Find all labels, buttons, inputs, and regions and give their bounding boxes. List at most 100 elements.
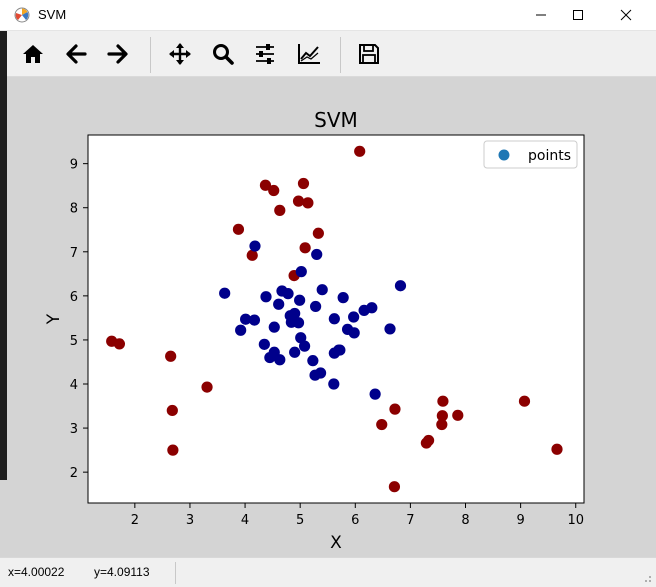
data-point-outer <box>297 177 310 190</box>
zoom-button[interactable] <box>206 37 240 71</box>
data-point-outer <box>436 418 448 431</box>
data-point-outer <box>389 403 401 415</box>
home-icon <box>23 45 43 63</box>
data-point-outer <box>388 481 401 493</box>
figure-canvas[interactable]: SVM 2 3 4 5 6 7 8 9 10 2 3 4 5 6 7 8 9 X Y points <box>7 77 656 557</box>
arrow-right-icon <box>107 44 128 64</box>
data-point-inner <box>249 240 261 252</box>
toolbar-separator <box>340 37 341 73</box>
home-button[interactable] <box>16 37 50 71</box>
data-point-inner <box>260 291 272 303</box>
navigation-toolbar <box>7 31 656 77</box>
legend-marker <box>498 149 510 161</box>
legend-label: points <box>528 148 571 164</box>
title-bar[interactable]: SVM <box>0 0 656 31</box>
data-point-outer <box>376 418 388 431</box>
pan-button[interactable] <box>163 37 197 71</box>
status-bar: x=4.00022 y=4.09113 <box>0 557 656 587</box>
y-axis: 2 3 4 5 6 7 8 9 <box>70 158 88 481</box>
sliders-icon <box>256 44 274 64</box>
data-point-outer <box>274 204 286 216</box>
minimize-icon <box>536 14 546 16</box>
edit-axes-button[interactable] <box>292 37 326 71</box>
data-point-inner <box>310 300 322 313</box>
data-point-outer <box>232 223 245 235</box>
data-point-inner <box>307 355 319 367</box>
x-tick-label: 10 <box>567 513 584 528</box>
data-point-inner <box>337 292 349 304</box>
data-point-inner <box>348 327 360 339</box>
x-tick-label: 2 <box>131 513 139 528</box>
data-point-outer <box>268 184 280 197</box>
legend: points <box>483 140 578 169</box>
data-point-inner <box>282 288 294 300</box>
y-tick-label: 3 <box>70 422 78 437</box>
data-point-outer <box>166 404 178 417</box>
cursor-y-readout: y=4.09113 <box>94 565 150 579</box>
matplotlib-icon <box>14 7 30 23</box>
data-point-inner <box>294 294 306 306</box>
data-point-outer <box>354 145 366 157</box>
data-point-inner <box>384 323 396 335</box>
data-point-inner <box>219 287 231 299</box>
data-point-inner <box>358 304 370 317</box>
data-point-outer <box>165 350 177 362</box>
data-point-inner <box>328 378 340 390</box>
data-point-inner <box>316 284 328 296</box>
data-point-outer <box>299 242 311 254</box>
background-terminal-strip <box>0 30 7 480</box>
data-point-inner <box>309 369 321 381</box>
data-point-outer <box>420 437 432 449</box>
x-tick-label: 3 <box>186 513 194 528</box>
x-tick-label: 7 <box>406 513 414 528</box>
data-point-inner <box>292 317 305 329</box>
data-point-outer <box>292 195 305 207</box>
maximize-button[interactable] <box>555 0 601 30</box>
data-point-inner <box>328 313 340 325</box>
data-point-inner <box>258 338 270 350</box>
data-point-outer <box>113 338 126 350</box>
chart-line-icon <box>298 44 320 64</box>
back-button[interactable] <box>59 37 93 71</box>
y-tick-label: 8 <box>70 202 78 217</box>
floppy-disk-icon <box>359 44 379 64</box>
data-point-outer <box>201 381 213 393</box>
x-tick-label: 5 <box>296 513 304 528</box>
close-icon <box>620 9 632 21</box>
arrow-left-icon <box>66 44 87 64</box>
status-divider <box>175 562 176 584</box>
data-point-inner <box>273 298 285 310</box>
data-point-outer <box>452 409 464 421</box>
forward-button[interactable] <box>101 37 135 71</box>
data-point-inner <box>369 388 381 400</box>
data-point-inner <box>311 248 323 261</box>
x-tick-label: 9 <box>516 513 524 528</box>
data-point-outer <box>167 444 179 456</box>
app-window: SVM SVM 2 3 4 5 6 7 8 9 10 2 3 4 5 6 7 8… <box>0 0 656 587</box>
x-tick-label: 6 <box>351 513 359 528</box>
toolbar-separator <box>150 37 151 73</box>
maximize-icon <box>573 10 583 20</box>
subplots-button[interactable] <box>248 37 282 71</box>
magnifier-icon <box>213 44 234 65</box>
data-point-inner <box>274 354 286 366</box>
y-tick-label: 4 <box>70 378 78 393</box>
x-axis-label: X <box>330 533 342 553</box>
cursor-x-readout: x=4.00022 <box>8 565 65 579</box>
chart-title: SVM <box>314 108 358 132</box>
x-axis: 2 3 4 5 6 7 8 9 10 <box>131 503 584 528</box>
y-tick-label: 6 <box>70 290 78 305</box>
x-tick-label: 8 <box>461 513 469 528</box>
data-point-inner <box>298 340 311 352</box>
y-axis-label: Y <box>44 313 64 325</box>
scatter-chart[interactable]: SVM 2 3 4 5 6 7 8 9 10 2 3 4 5 6 7 8 9 X Y points <box>7 77 656 557</box>
x-tick-label: 4 <box>241 513 249 528</box>
data-point-inner <box>295 266 307 278</box>
data-point-outer <box>551 443 563 455</box>
data-point-inner <box>289 346 301 358</box>
save-button[interactable] <box>352 37 386 71</box>
resize-grip-icon[interactable] <box>642 573 652 583</box>
close-button[interactable] <box>603 0 649 30</box>
data-point-outer <box>302 197 314 209</box>
data-point-inner <box>268 321 280 333</box>
